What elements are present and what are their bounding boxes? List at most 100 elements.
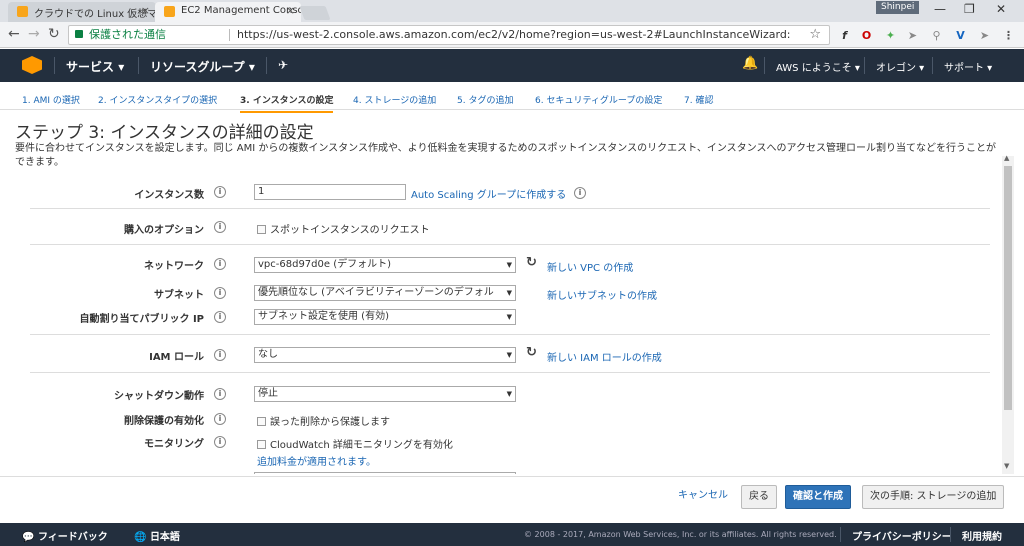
refresh-icon[interactable]: ↻ xyxy=(526,345,537,360)
form-scrollbar[interactable]: ▲ ▼ xyxy=(1002,154,1014,474)
step-instance-type[interactable]: 2. インスタンスタイプの選択 xyxy=(98,93,217,106)
forward-arrow-icon[interactable]: → xyxy=(28,26,40,42)
checkbox-box[interactable] xyxy=(257,440,266,449)
welcome-menu[interactable]: AWS にようこそ ▾ xyxy=(776,59,860,74)
checkbox-box[interactable] xyxy=(257,225,266,234)
info-icon[interactable]: i xyxy=(214,311,226,323)
browser-tab-1[interactable]: クラウドでの Linux 仮想マシ × xyxy=(8,2,156,22)
footer-divider xyxy=(950,527,951,542)
cancel-button[interactable]: キャンセル xyxy=(671,485,735,509)
browser-tab-2[interactable]: EC2 Management Conso × xyxy=(155,2,301,22)
spot-instance-checkbox[interactable]: スポットインスタンスのリクエスト xyxy=(257,221,430,236)
additional-charges-link[interactable]: 追加料金が適用されます。 xyxy=(257,453,376,468)
language-selector[interactable]: 🌐 日本語 xyxy=(134,528,180,543)
feedback-link[interactable]: 💬 フィードバック xyxy=(22,528,108,543)
scroll-down-icon[interactable]: ▼ xyxy=(1004,462,1009,470)
scroll-up-icon[interactable]: ▲ xyxy=(1004,154,1009,162)
step-add-storage[interactable]: 4. ストレージの追加 xyxy=(353,93,436,106)
dropdown-arrow-icon: ▼ xyxy=(506,390,512,398)
services-menu[interactable]: サービス ▾ xyxy=(66,58,124,75)
resource-groups-menu[interactable]: リソースグループ ▾ xyxy=(150,58,255,75)
tab-title: EC2 Management Conso xyxy=(181,5,301,16)
auto-public-ip-label: 自動割り当てパブリック IP xyxy=(79,314,204,325)
formula-extension-icon[interactable]: f xyxy=(838,29,851,42)
tab-title: クラウドでの Linux 仮想マシ xyxy=(34,9,156,20)
auto-public-ip-select[interactable]: サブネット設定を使用 (有効) ▼ xyxy=(254,309,516,325)
omnibox-separator xyxy=(229,29,230,41)
iam-role-label: IAM ロール xyxy=(149,352,204,363)
pin-icon[interactable]: ✈ xyxy=(278,58,288,72)
create-vpc-link[interactable]: 新しい VPC の作成 xyxy=(547,259,633,274)
step-add-tags[interactable]: 5. タグの追加 xyxy=(457,93,513,106)
profile-badge[interactable]: Shinpei xyxy=(876,1,920,14)
minimize-icon[interactable]: — xyxy=(934,2,946,16)
checkbox-box[interactable] xyxy=(257,417,266,426)
step-security-group[interactable]: 6. セキュリティグループの設定 xyxy=(535,93,662,106)
info-icon[interactable]: i xyxy=(214,221,226,233)
terms-link[interactable]: 利用規約 xyxy=(962,528,1002,543)
step-configure-instance[interactable]: 3. インスタンスの設定 xyxy=(240,93,334,113)
back-arrow-icon[interactable]: ← xyxy=(8,26,20,42)
header-divider xyxy=(266,57,267,74)
create-subnet-link[interactable]: 新しいサブネットの作成 xyxy=(547,287,657,302)
tenancy-select-partial[interactable] xyxy=(254,472,516,474)
maximize-icon[interactable]: ❐ xyxy=(964,2,975,16)
v-extension-icon[interactable]: V xyxy=(954,29,967,42)
color-extension-icon[interactable]: ✦ xyxy=(884,29,897,42)
auto-scaling-link[interactable]: Auto Scaling グループに作成する xyxy=(411,186,566,201)
support-menu[interactable]: サポート ▾ xyxy=(944,59,992,74)
dropdown-arrow-icon: ▼ xyxy=(506,261,512,269)
monitoring-label: モニタリング xyxy=(144,439,204,450)
aws-header: サービス ▾ リソースグループ ▾ ✈ 🔔 AWS にようこそ ▾ オレゴン ▾… xyxy=(0,49,1024,82)
close-window-icon[interactable]: ✕ xyxy=(996,2,1006,16)
aws-cube-logo-icon[interactable] xyxy=(22,56,42,74)
info-icon[interactable]: i xyxy=(214,349,226,361)
info-icon[interactable]: i xyxy=(214,388,226,400)
privacy-policy-link[interactable]: プライバシーポリシー xyxy=(852,528,952,543)
review-and-launch-button[interactable]: 確認と作成 xyxy=(785,485,851,509)
shutdown-behavior-label: シャットダウン動作 xyxy=(114,391,204,402)
info-icon[interactable]: i xyxy=(214,258,226,270)
instance-count-input[interactable]: 1 xyxy=(254,184,406,200)
info-icon[interactable]: i xyxy=(214,413,226,425)
scrollbar-thumb[interactable] xyxy=(1004,166,1012,410)
network-label: ネットワーク xyxy=(144,261,204,272)
bookmark-star-icon[interactable]: ☆ xyxy=(809,26,821,44)
refresh-icon[interactable]: ↻ xyxy=(526,255,537,270)
pointer-extension-icon[interactable]: ➤ xyxy=(906,29,919,42)
reload-icon[interactable]: ↻ xyxy=(48,26,60,42)
close-tab-icon[interactable]: × xyxy=(286,4,295,17)
header-divider xyxy=(864,57,865,74)
next-add-storage-button[interactable]: 次の手順: ストレージの追加 xyxy=(862,485,1005,509)
info-icon[interactable]: i xyxy=(214,287,226,299)
header-divider xyxy=(932,57,933,74)
iam-role-select[interactable]: なし ▼ xyxy=(254,347,516,363)
aws-favicon-icon xyxy=(17,6,28,17)
create-iam-role-link[interactable]: 新しい IAM ロールの作成 xyxy=(547,349,662,364)
opera-extension-icon[interactable]: O xyxy=(860,29,873,42)
subnet-select[interactable]: 優先順位なし (アベイラビリティーゾーンのデフォル ▼ xyxy=(254,285,516,301)
aws-favicon-icon xyxy=(164,6,175,17)
termination-protection-checkbox[interactable]: 誤った削除から保護します xyxy=(257,413,390,428)
info-icon[interactable]: i xyxy=(214,436,226,448)
instance-count-label: インスタンス数 xyxy=(134,190,204,201)
purchase-option-label: 購入のオプション xyxy=(124,225,204,236)
network-select[interactable]: vpc-68d97d0e (デフォルト) ▼ xyxy=(254,257,516,273)
info-icon[interactable]: i xyxy=(574,187,586,199)
step-review[interactable]: 7. 確認 xyxy=(684,93,713,106)
form-divider xyxy=(30,244,990,245)
new-tab-button[interactable] xyxy=(299,6,331,20)
url-omnibox[interactable]: 保護された通信 https://us-west-2.console.aws.am… xyxy=(68,25,830,45)
bell-icon[interactable]: 🔔 xyxy=(742,56,758,71)
back-button[interactable]: 戻る xyxy=(741,485,777,509)
search-extension-icon[interactable]: ⚲ xyxy=(930,29,943,42)
region-menu[interactable]: オレゴン ▾ xyxy=(876,59,924,74)
close-tab-icon[interactable]: × xyxy=(141,4,150,17)
browser-menu-icon[interactable]: ⋮ xyxy=(1002,29,1015,42)
info-icon[interactable]: i xyxy=(214,186,226,198)
step-ami[interactable]: 1. AMI の選択 xyxy=(22,93,80,106)
shutdown-behavior-select[interactable]: 停止 ▼ xyxy=(254,386,516,402)
pin-extension-icon[interactable]: ➤ xyxy=(978,29,991,42)
page-description: 要件に合わせてインスタンスを設定します。同じ AMI からの複数インスタンス作成… xyxy=(15,143,996,168)
detailed-monitoring-checkbox[interactable]: CloudWatch 詳細モニタリングを有効化 xyxy=(257,436,453,451)
